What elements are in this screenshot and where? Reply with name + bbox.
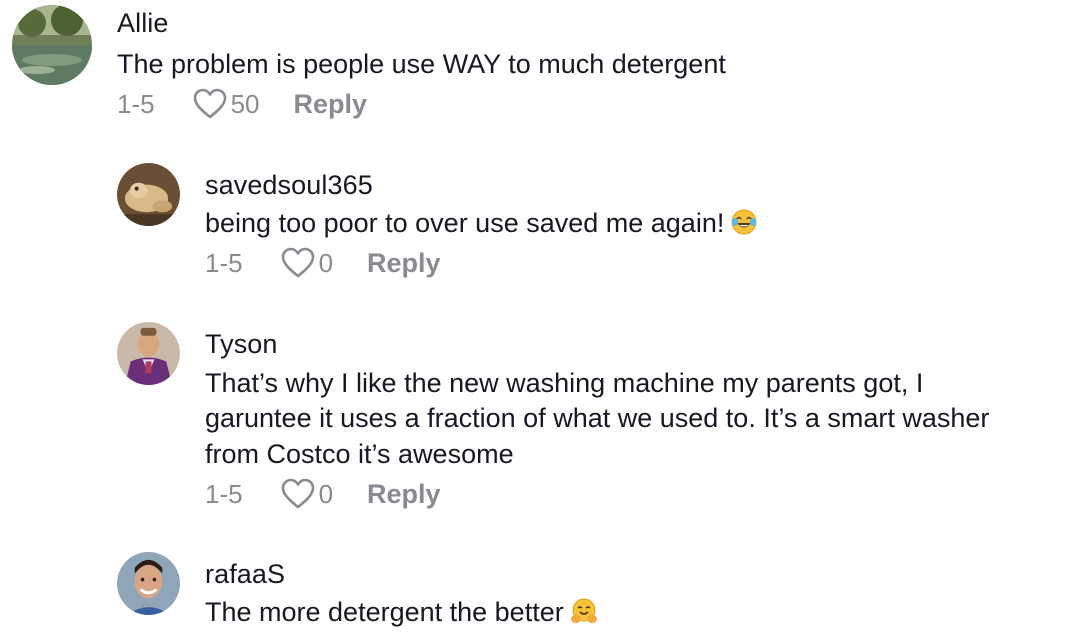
comment-username[interactable]: savedsoul365 bbox=[205, 170, 373, 201]
like-button[interactable]: 0 bbox=[281, 478, 333, 510]
comment-date: 1-5 bbox=[117, 88, 155, 119]
comment-username[interactable]: Tyson bbox=[205, 329, 278, 360]
comment-date: 1-5 bbox=[205, 247, 243, 278]
comment-meta: 1-5 50 Reply bbox=[117, 87, 367, 121]
comment-username[interactable]: rafaaS bbox=[205, 559, 285, 590]
comment-item: Allie The problem is people use WAY to m… bbox=[0, 0, 1088, 130]
comment-item: rafaaS The more detergent the better bbox=[0, 540, 1088, 636]
like-button[interactable]: 50 bbox=[193, 88, 260, 120]
avatar-image bbox=[117, 322, 180, 385]
comment-meta: 1-5 0 Reply bbox=[205, 246, 441, 280]
hugging-face-emoji bbox=[570, 597, 598, 625]
avatar-image bbox=[12, 5, 92, 85]
comment-username[interactable]: Allie bbox=[117, 8, 169, 39]
avatar[interactable] bbox=[117, 552, 180, 615]
face-with-tears-of-joy-emoji bbox=[730, 208, 758, 236]
heart-outline-icon bbox=[281, 247, 315, 279]
avatar-image bbox=[117, 163, 180, 226]
comment-meta: 1-5 0 Reply bbox=[205, 477, 441, 511]
comment-text-line: The more detergent the better bbox=[205, 597, 564, 627]
avatar[interactable] bbox=[12, 5, 92, 85]
comment-item: savedsoul365 being too poor to over use … bbox=[0, 150, 1088, 290]
comment-text-line: being too poor to over use saved me agai… bbox=[205, 208, 725, 238]
avatar[interactable] bbox=[117, 322, 180, 385]
comment-text: The more detergent the better bbox=[205, 594, 598, 630]
like-button[interactable]: 0 bbox=[281, 247, 333, 279]
like-count: 0 bbox=[318, 247, 334, 278]
comment-text: being too poor to over use saved me agai… bbox=[205, 205, 758, 241]
comment-text: The problem is people use WAY to much de… bbox=[117, 49, 726, 79]
comment-text-line: garuntee it uses a fraction of what we u… bbox=[205, 403, 990, 433]
comment-text-line: That’s why I like the new washing machin… bbox=[205, 368, 924, 398]
reply-button[interactable]: Reply bbox=[294, 89, 368, 120]
like-count: 50 bbox=[230, 88, 260, 119]
comment-date: 1-5 bbox=[205, 478, 243, 509]
reply-button[interactable]: Reply bbox=[367, 479, 441, 510]
comment-text-line: from Costco it’s awesome bbox=[205, 439, 514, 469]
heart-outline-icon bbox=[193, 88, 227, 120]
comment-item: Tyson That’s why I like the new washing … bbox=[0, 310, 1088, 525]
reply-button[interactable]: Reply bbox=[367, 248, 441, 279]
avatar[interactable] bbox=[117, 163, 180, 226]
like-count: 0 bbox=[318, 478, 334, 509]
avatar-image bbox=[117, 552, 180, 615]
heart-outline-icon bbox=[281, 478, 315, 510]
